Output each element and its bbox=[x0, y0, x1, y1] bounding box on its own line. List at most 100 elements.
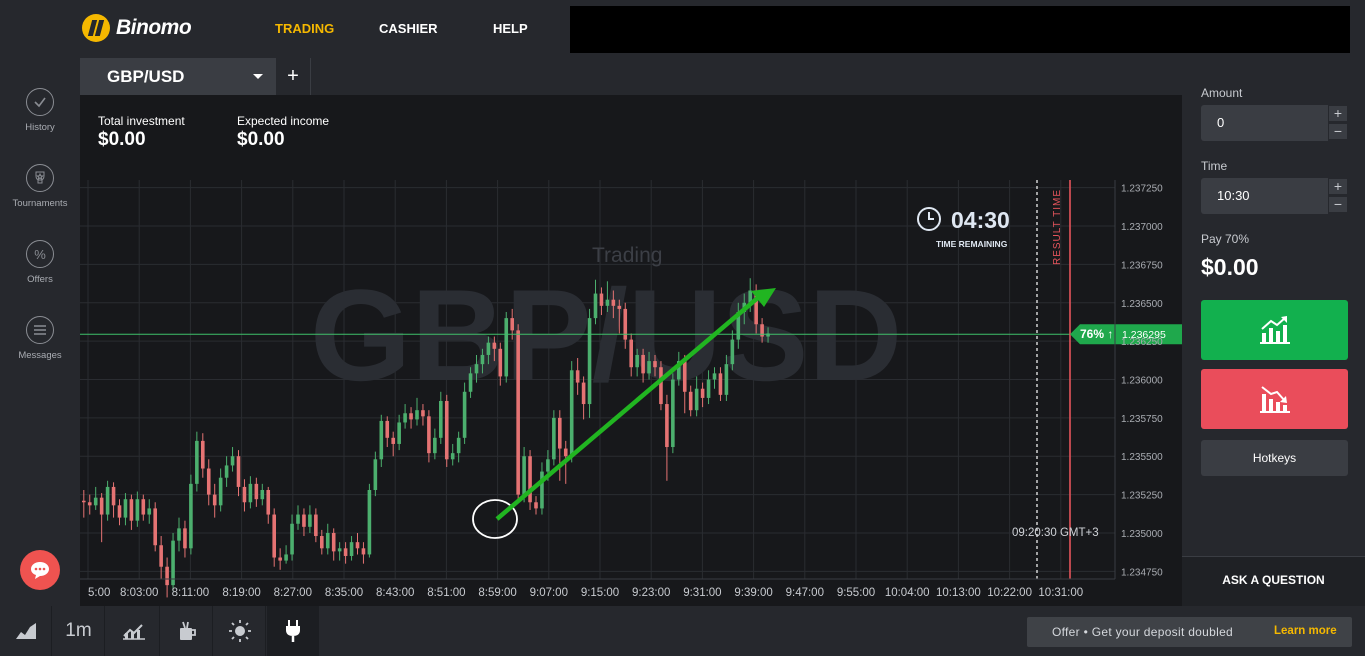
nav-help[interactable]: HELP bbox=[493, 21, 528, 36]
amount-input[interactable]: 0 bbox=[1201, 105, 1328, 141]
candle-down bbox=[82, 500, 86, 503]
candle-up bbox=[373, 459, 378, 490]
candle-down bbox=[718, 373, 723, 395]
tools-cup-icon bbox=[179, 621, 196, 640]
candle-down bbox=[563, 448, 568, 457]
candle-down bbox=[355, 542, 360, 549]
candle-up bbox=[403, 413, 407, 423]
hotkeys-button[interactable]: Hotkeys bbox=[1201, 440, 1348, 476]
candle-down bbox=[421, 410, 425, 417]
sidebar-item-tournaments[interactable]: Tournaments bbox=[0, 164, 80, 209]
nav-cashier[interactable]: CASHIER bbox=[379, 21, 438, 36]
candle-up bbox=[647, 361, 651, 374]
candle-down bbox=[320, 536, 324, 549]
time-label: Time bbox=[1201, 159, 1228, 173]
asset-tab-bar: GBP/USD + bbox=[80, 58, 1182, 95]
chat-button[interactable] bbox=[20, 550, 60, 590]
offer-banner[interactable]: Offer • Get your deposit doubled Learn m… bbox=[1027, 617, 1352, 647]
candle-down bbox=[665, 404, 669, 448]
top-bar: Binomo TRADING CASHIER HELP bbox=[0, 0, 1365, 58]
amount-decrease-button[interactable]: − bbox=[1328, 123, 1348, 140]
time-decrease-button[interactable]: − bbox=[1328, 196, 1348, 213]
candle-down bbox=[159, 545, 163, 567]
time-increase-button[interactable]: + bbox=[1328, 178, 1348, 195]
indicators-button[interactable] bbox=[108, 606, 160, 656]
ask-question-button[interactable]: ASK A QUESTION bbox=[1182, 556, 1365, 606]
candle-up bbox=[337, 548, 342, 552]
time-tick-label: 9:55:00 bbox=[837, 587, 875, 599]
sidebar-item-label: Messages bbox=[18, 350, 62, 361]
candle-down bbox=[99, 497, 104, 515]
candle-down bbox=[659, 367, 663, 405]
candle-down bbox=[623, 308, 628, 340]
buy-up-button[interactable] bbox=[1201, 300, 1348, 360]
candle-down bbox=[117, 505, 122, 518]
price-tick-label: 1.237000 bbox=[1121, 222, 1163, 233]
timer: 04:30 TIME REMAINING bbox=[917, 207, 1010, 249]
add-asset-button[interactable]: + bbox=[276, 58, 311, 95]
candle-down bbox=[302, 514, 306, 527]
price-tick-label: 1.235000 bbox=[1121, 529, 1163, 540]
chart-watermark: GBP/USD bbox=[310, 262, 902, 408]
candle-down bbox=[272, 514, 276, 558]
drawing-tools-button[interactable] bbox=[161, 606, 213, 656]
amount-increase-button[interactable]: + bbox=[1328, 105, 1348, 122]
candle-up bbox=[694, 388, 699, 411]
candle-down bbox=[331, 532, 336, 552]
nav-trading[interactable]: TRADING bbox=[275, 21, 334, 36]
logo[interactable]: Binomo bbox=[82, 14, 192, 42]
candle-up bbox=[415, 410, 419, 420]
candle-up bbox=[522, 456, 526, 495]
sidebar-item-offers[interactable]: % Offers bbox=[0, 240, 80, 285]
asset-selector[interactable]: GBP/USD bbox=[80, 58, 276, 95]
percent-icon: % bbox=[26, 240, 54, 268]
time-tick-label: 10:22:00 bbox=[987, 587, 1032, 599]
amount-label: Amount bbox=[1201, 86, 1243, 100]
chart-area[interactable]: Total investment $0.00 Expected income $… bbox=[80, 95, 1182, 606]
candle-up bbox=[569, 370, 574, 457]
time-tick-label: 9:07:00 bbox=[530, 587, 568, 599]
offer-text: Offer • Get your deposit doubled bbox=[1052, 625, 1234, 639]
plug-icon bbox=[285, 620, 300, 642]
candle-up bbox=[230, 456, 235, 466]
candle-up bbox=[308, 514, 312, 527]
chart-type-area-button[interactable] bbox=[0, 606, 52, 656]
candle-up bbox=[284, 554, 288, 561]
candle-up bbox=[397, 422, 401, 444]
time-input[interactable]: 10:30 bbox=[1201, 178, 1328, 214]
sidebar-item-history[interactable]: History bbox=[0, 88, 80, 133]
theme-toggle-button[interactable] bbox=[214, 606, 266, 656]
ad-banner bbox=[570, 6, 1350, 53]
binomo-logo-icon bbox=[82, 14, 110, 42]
candle-up bbox=[486, 342, 491, 355]
candle-down bbox=[558, 417, 562, 449]
time-tick-label: 10:13:00 bbox=[936, 587, 981, 599]
candle-up bbox=[605, 299, 610, 306]
sidebar-item-messages[interactable]: Messages bbox=[0, 316, 80, 361]
candle-up bbox=[456, 437, 461, 454]
candle-down bbox=[492, 342, 497, 349]
candle-up bbox=[105, 486, 110, 515]
time-tick-label: 9:47:00 bbox=[786, 587, 824, 599]
time-tick-label: 8:43:00 bbox=[376, 587, 414, 599]
timer-value: 04:30 bbox=[951, 207, 1010, 233]
candle-down bbox=[409, 413, 413, 420]
logo-text: Binomo bbox=[116, 16, 192, 39]
bottom-toolbar: 1m Offer • Get your deposit doubled Lear… bbox=[0, 606, 1365, 656]
candle-down bbox=[581, 382, 586, 405]
offer-learn-more-link[interactable]: Learn more bbox=[1274, 625, 1337, 637]
price-chart[interactable]: GBP/USD Trading RESULT TIME 04:30 TIME R… bbox=[80, 95, 1182, 606]
timeframe-button[interactable]: 1m bbox=[53, 606, 105, 656]
chart-up-icon bbox=[1259, 316, 1290, 344]
candle-down bbox=[599, 293, 604, 306]
sidebar-item-label: History bbox=[25, 122, 55, 133]
candle-down bbox=[385, 420, 390, 438]
connection-button[interactable] bbox=[267, 606, 319, 656]
time-tick-label: 8:27:00 bbox=[274, 587, 312, 599]
candle-up bbox=[468, 373, 473, 392]
candle-down bbox=[87, 502, 92, 506]
buy-down-button[interactable] bbox=[1201, 369, 1348, 429]
candle-down bbox=[266, 489, 271, 515]
candle-up bbox=[260, 489, 265, 500]
candle-down bbox=[682, 361, 687, 392]
